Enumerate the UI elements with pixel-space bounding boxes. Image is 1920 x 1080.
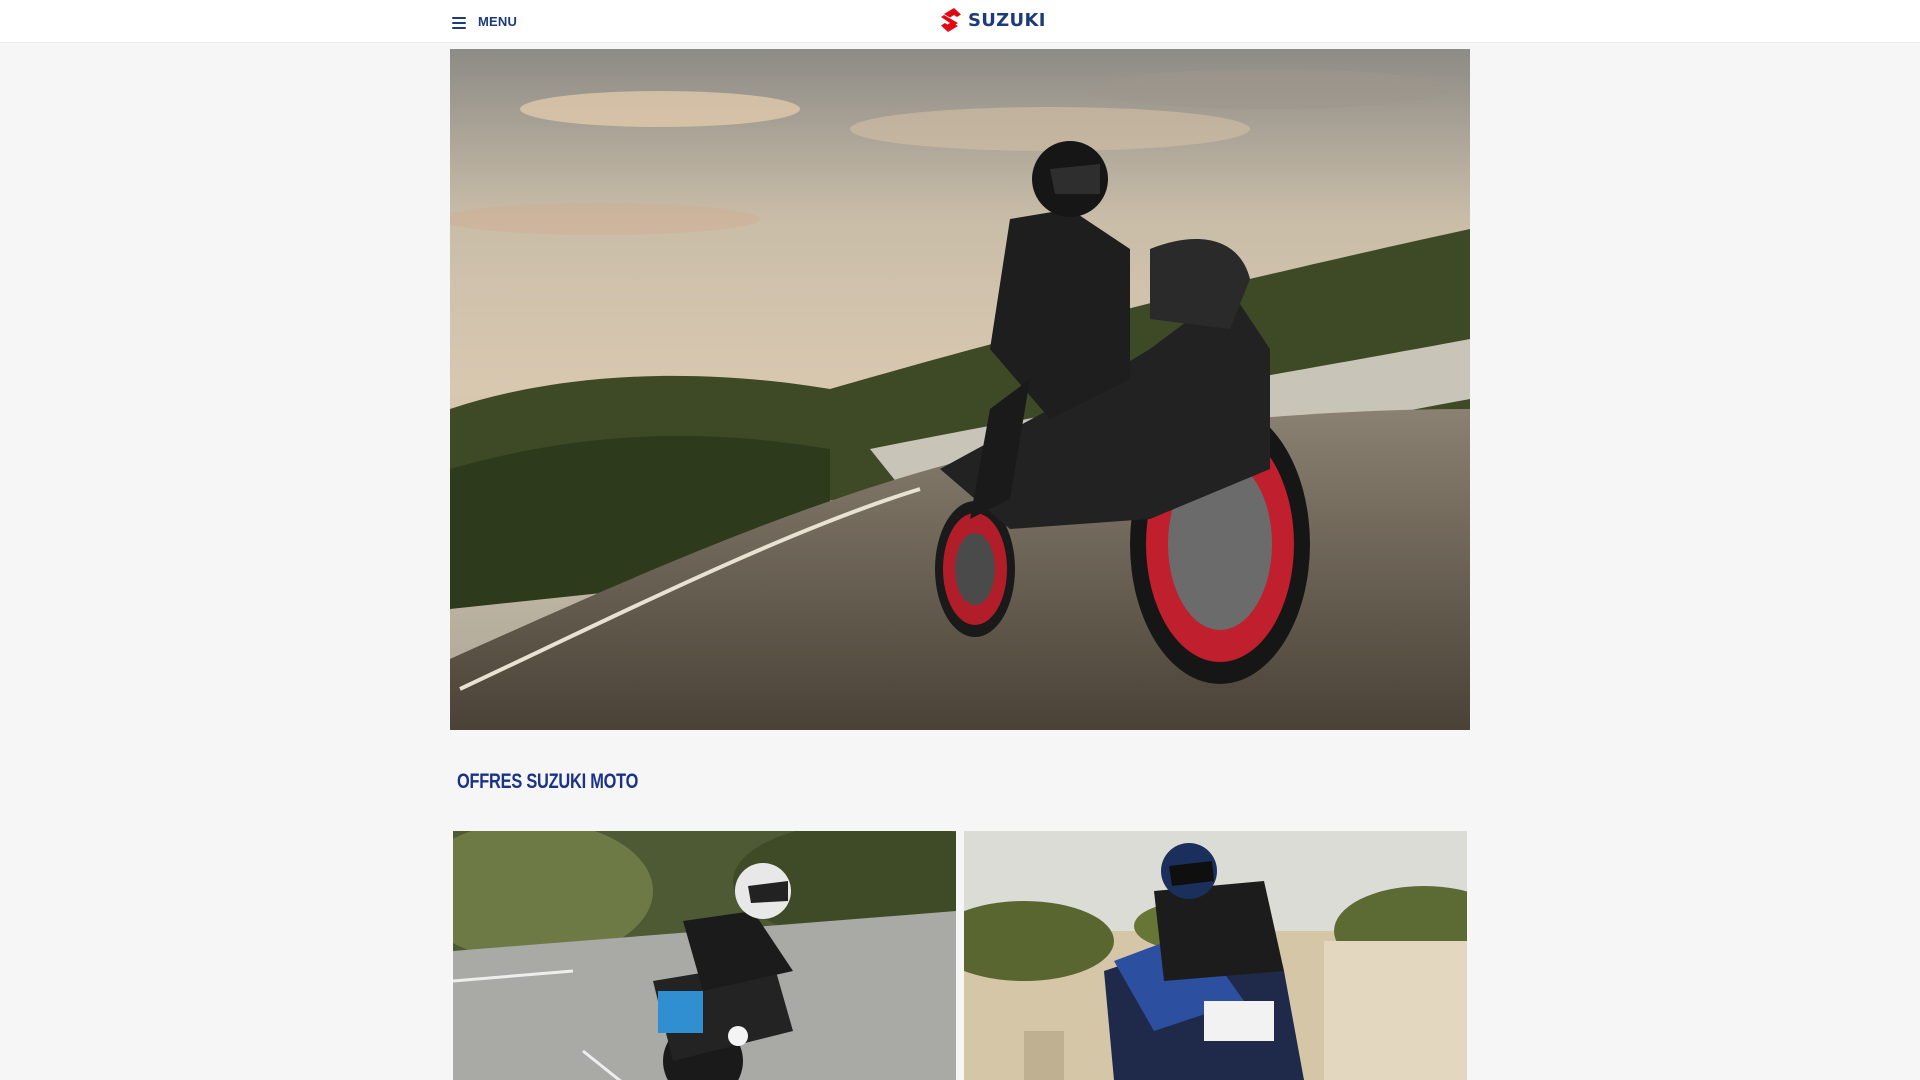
hero-image[interactable] [450, 49, 1470, 730]
logo-wordmark: SUZUKI [968, 9, 1046, 31]
suzuki-logo[interactable]: SUZUKI [940, 8, 1046, 32]
suzuki-s-logo-icon [941, 8, 961, 32]
offer-card-naked-bike[interactable] [453, 831, 956, 1080]
offers-section-title: OFFRES SUZUKI MOTO [457, 770, 639, 793]
offer-card-sport-touring-bike[interactable] [964, 831, 1467, 1080]
site-header: MENU SUZUKI [0, 0, 1920, 43]
menu-button[interactable]: MENU [452, 8, 517, 35]
hamburger-icon [452, 16, 466, 29]
menu-label: MENU [478, 14, 518, 29]
